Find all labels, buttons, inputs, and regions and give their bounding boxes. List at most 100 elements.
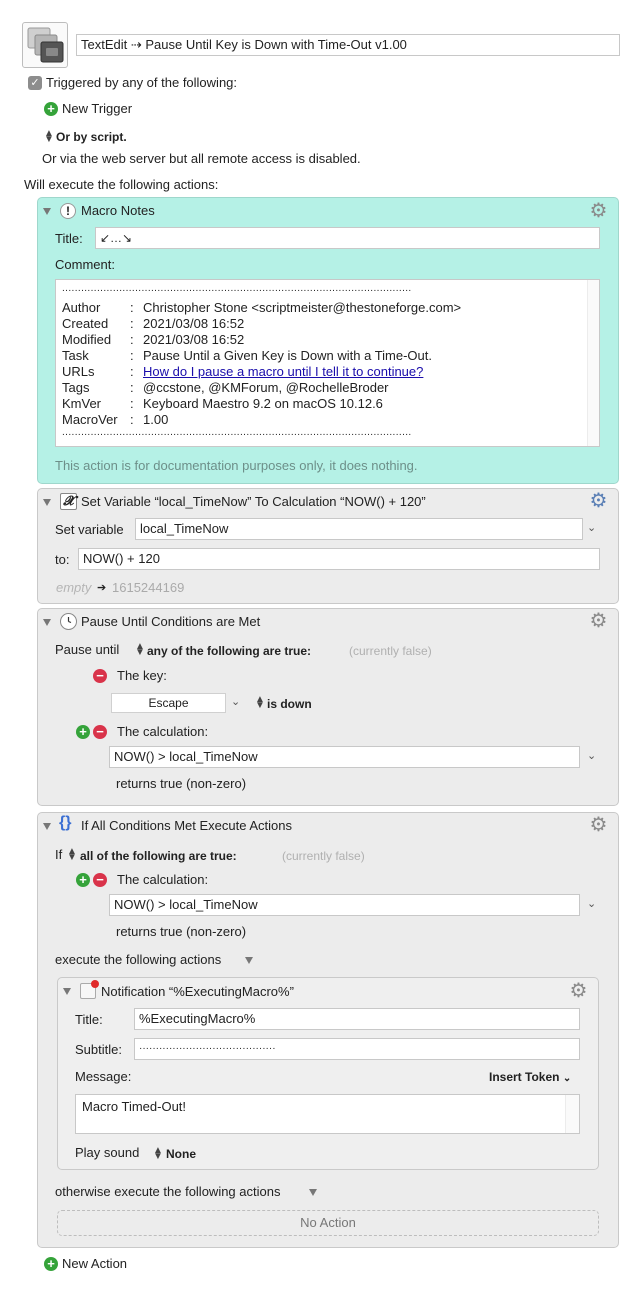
gear-icon[interactable]: ⚙ [589,201,608,221]
gear-icon[interactable]: ⚙ [589,491,608,511]
message-label: Message: [75,1069,132,1084]
disclosure-triangle[interactable] [43,823,51,830]
new-action-button[interactable]: New Action [62,1256,127,1272]
scrollbar[interactable] [565,1095,579,1133]
condition-status: (currently false) [349,644,432,658]
subtitle-field[interactable]: ········································… [134,1038,580,1060]
notes-colon: : [130,300,134,315]
calculation-field[interactable]: NOW() > local_TimeNow [109,746,580,768]
add-condition-icon[interactable]: + [76,873,90,887]
no-action-placeholder[interactable]: No Action [57,1210,599,1236]
to-label: to: [55,552,70,567]
message-textarea[interactable]: Macro Timed-Out! [75,1094,580,1134]
or-by-script-popup[interactable]: Or by script. [56,129,127,145]
condition-mode-popup[interactable]: all of the following are true: [80,848,237,864]
remove-condition-icon[interactable]: − [93,725,107,739]
web-server-note: Or via the web server but all remote acc… [42,151,361,166]
add-trigger-icon[interactable]: + [44,102,58,116]
dots-line: ........................................… [62,283,412,294]
play-sound-label: Play sound [75,1145,140,1160]
key-condition-label: The key: [117,668,167,683]
exclamation-icon: ! [60,203,76,219]
triggered-label: Triggered by any of the following: [46,75,238,90]
triggered-checkbox[interactable]: ✓ [28,76,42,90]
timer-gear-icon[interactable]: ⚙ [589,611,608,631]
notes-colon: : [130,364,134,379]
action-title: Macro Notes [81,203,155,218]
disclosure-triangle[interactable] [43,619,51,626]
notes-value: @ccstone, @KMForum, @RochelleBroder [143,380,389,395]
key-field[interactable]: Escape [111,693,226,713]
scrollbar[interactable] [587,280,599,446]
returns-label: returns true (non-zero) [116,924,247,939]
disclosure-triangle[interactable] [43,499,51,506]
chevron-down-icon[interactable]: ⌄ [231,695,240,708]
action-title: Notification “%ExecutingMacro%” [101,984,294,999]
notes-colon: : [130,348,134,363]
notes-value: 2021/03/08 16:52 [143,316,245,331]
insert-token-button[interactable]: Insert Token ⌄ [489,1069,571,1087]
notes-key: KmVer [62,396,102,411]
clock-icon [60,613,77,630]
notes-title-label: Title: [55,231,83,246]
notes-key: Modified [62,332,112,347]
subtitle-label: Subtitle: [75,1042,122,1057]
notes-colon: : [130,396,134,411]
remove-condition-icon[interactable]: − [93,873,107,887]
macro-title-field[interactable]: TextEdit ⇢ Pause Until Key is Down with … [76,34,620,56]
chevron-down-icon[interactable]: ⌄ [587,897,596,910]
notification-icon [80,980,99,999]
notes-value: Pause Until a Given Key is Down with a T… [143,348,433,363]
notes-value: Keyboard Maestro 9.2 on macOS 10.12.6 [143,396,383,411]
calculation-field[interactable]: NOW() + 120 [78,548,600,570]
new-trigger-button[interactable]: New Trigger [62,101,132,117]
notes-key: Task [62,348,89,363]
notes-colon: : [130,316,134,331]
variable-name-field[interactable]: local_TimeNow [135,518,583,540]
notes-key: Tags [62,380,90,395]
url-link[interactable]: How do I pause a macro until I tell it t… [143,364,423,380]
notes-colon: : [130,380,134,395]
empty-label: empty [56,580,92,595]
set-variable-label: Set variable [55,522,124,537]
sound-popup[interactable]: None [166,1146,196,1162]
notification-title-field[interactable]: %ExecutingMacro% [134,1008,580,1030]
remove-condition-icon[interactable]: − [93,669,107,683]
updown-icon: ▲ ▼ [255,694,265,711]
disclosure-triangle[interactable] [43,208,51,215]
gear-icon[interactable]: ⚙ [569,981,588,1001]
action-title: Set Variable “local_TimeNow” To Calculat… [81,494,426,509]
chevron-down-icon[interactable]: ⌄ [587,749,596,762]
notes-footer: This action is for documentation purpose… [55,458,418,473]
disclosure-triangle[interactable] [245,957,253,964]
action-title: If All Conditions Met Execute Actions [81,818,292,833]
updown-icon: ▲ ▼ [67,846,77,863]
chevron-down-icon[interactable]: ⌄ [587,521,596,534]
notes-value: 2021/03/08 16:52 [143,332,245,347]
gear-icon[interactable]: ⚙ [589,815,608,835]
calculation-field[interactable]: NOW() > local_TimeNow [109,894,580,916]
add-condition-icon[interactable]: + [76,725,90,739]
notes-value: Christopher Stone <scriptmeister@theston… [143,300,462,315]
calculation-condition-label: The calculation: [117,724,209,739]
notes-key: Created [62,316,109,331]
updown-icon: ▲ ▼ [153,1145,163,1162]
braces-icon: {} [59,814,72,831]
add-action-icon[interactable]: + [44,1257,58,1271]
notes-title-field[interactable]: ↙…↘ [95,227,600,249]
condition-mode-popup[interactable]: any of the following are true: [147,643,311,659]
will-execute-label: Will execute the following actions: [24,177,219,192]
key-state-popup[interactable]: is down [267,696,312,712]
disclosure-triangle[interactable] [63,988,71,995]
condition-status: (currently false) [282,849,365,863]
comment-textarea[interactable]: ........................................… [55,279,600,447]
pause-until-label: Pause until [55,642,120,657]
returns-label: returns true (non-zero) [116,776,247,791]
notes-key: Author [62,300,101,315]
notes-key: URLs [62,364,95,379]
disclosure-triangle[interactable] [309,1189,317,1196]
variable-icon: 𝓧 [60,493,77,510]
arrow-icon: ➔ [97,582,107,594]
calculation-condition-label: The calculation: [117,872,209,887]
otherwise-label: otherwise execute the following actions [55,1184,281,1199]
